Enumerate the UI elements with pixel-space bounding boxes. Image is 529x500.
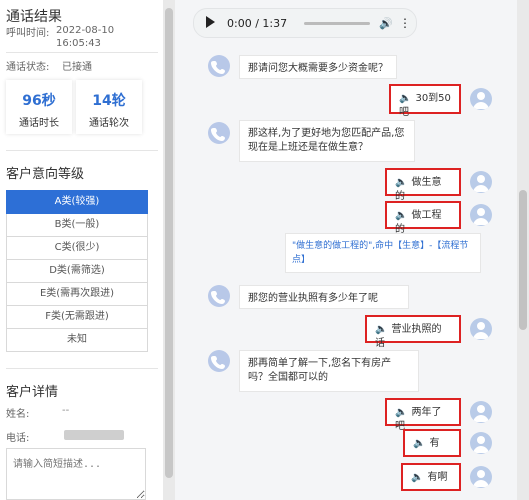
stat-card-duration: 96秒 通话时长 <box>6 80 72 134</box>
voice-icon: 🔈 <box>395 177 408 188</box>
name-label: 姓名: <box>6 409 30 420</box>
voice-icon: 🔈 <box>413 438 426 449</box>
agent-phone-avatar <box>208 285 230 307</box>
level-option-b[interactable]: B类(一般) <box>6 214 148 237</box>
stat-label: 通话时长 <box>19 118 59 129</box>
level-option-d[interactable]: D类(需筛选) <box>6 260 148 283</box>
voice-icon: 🔈 <box>375 324 388 335</box>
agent-message: 那再简单了解一下,您名下有房产吗？全国都可以的 <box>239 350 419 392</box>
call-result-panel: 通话结果 呼叫时间: 2022-08-10 16:05:43 通话状态: 已接通… <box>0 0 163 500</box>
voice-icon: 🔈 <box>395 210 408 221</box>
volume-icon[interactable]: 🔊 <box>379 17 393 30</box>
customer-avatar <box>470 401 492 423</box>
play-icon[interactable] <box>206 16 215 28</box>
customer-voice-message[interactable]: 🔈 30到50吧 <box>389 84 461 118</box>
scrollbar-thumb[interactable] <box>519 190 527 330</box>
customer-avatar <box>470 204 492 226</box>
conversation-panel: 0:00 / 1:37 🔊 ⋮ 那请问您大概需要多少资金呢？ 🔈 30到50吧 那… <box>175 0 529 500</box>
message-text: 有啊 <box>427 472 448 483</box>
divider <box>6 368 158 369</box>
customer-avatar <box>470 466 492 488</box>
customer-voice-message[interactable]: 🔈 有啊 <box>401 463 461 491</box>
call-status-value: 已接通 <box>62 62 92 73</box>
audio-player: 0:00 / 1:37 🔊 ⋮ <box>193 8 417 38</box>
divider <box>6 52 158 53</box>
stat-card-rounds: 14轮 通话轮次 <box>76 80 142 134</box>
right-scrollbar[interactable] <box>517 0 529 500</box>
description-input[interactable] <box>6 448 146 500</box>
level-option-unknown[interactable]: 未知 <box>6 329 148 352</box>
name-value: -- <box>62 405 70 416</box>
call-time-value: 2022-08-10 16:05:43 <box>56 25 115 49</box>
audio-time: 0:00 / 1:37 <box>227 17 288 30</box>
agent-message: 那您的营业执照有多少年了呢 <box>239 285 409 309</box>
more-options-icon[interactable]: ⋮ <box>399 16 411 30</box>
customer-avatar <box>470 318 492 340</box>
level-option-c[interactable]: C类(很少) <box>6 237 148 260</box>
customer-voice-message[interactable]: 🔈 做工程的 <box>385 201 461 235</box>
level-option-a[interactable]: A类(较强) <box>6 190 148 214</box>
intent-hit-tag: "做生意的做工程的",命中【生意】-【流程节点】 <box>285 233 481 273</box>
message-text: 有 <box>429 438 440 449</box>
agent-message: 那请问您大概需要多少资金呢？ <box>239 55 397 79</box>
audio-progress-track[interactable] <box>304 22 370 25</box>
agent-phone-avatar <box>208 55 230 77</box>
voice-icon: 🔈 <box>395 407 408 418</box>
customer-voice-message[interactable]: 🔈 有 <box>403 429 461 457</box>
stat-value: 96秒 <box>22 93 56 109</box>
voice-icon: 🔈 <box>411 472 424 483</box>
voice-icon: 🔈 <box>399 93 412 104</box>
call-status-label: 通话状态: <box>6 62 50 73</box>
agent-message: 那这样,为了更好地为您匹配产品,您现在是上班还是在做生意？ <box>239 120 415 162</box>
stat-label: 通话轮次 <box>89 118 129 129</box>
customer-voice-message[interactable]: 🔈 做生意的 <box>385 168 461 202</box>
divider <box>6 150 158 151</box>
customer-detail-title: 客户详情 <box>6 385 59 400</box>
intent-level-title: 客户意向等级 <box>6 167 85 182</box>
agent-phone-avatar <box>208 350 230 372</box>
left-scrollbar[interactable] <box>163 0 175 500</box>
customer-voice-message[interactable]: 🔈 营业执照的话 <box>365 315 461 349</box>
agent-phone-avatar <box>208 122 230 144</box>
customer-avatar <box>470 88 492 110</box>
stat-value: 14轮 <box>92 93 126 109</box>
panel-title: 通话结果 <box>6 9 62 25</box>
level-option-e[interactable]: E类(需再次跟进) <box>6 283 148 306</box>
call-time-label: 呼叫时间: <box>6 28 50 39</box>
phone-value-masked <box>64 430 124 440</box>
customer-voice-message[interactable]: 🔈 两年了吧 <box>385 398 461 432</box>
scrollbar-thumb[interactable] <box>165 8 173 478</box>
phone-label: 电话: <box>6 433 30 444</box>
customer-avatar <box>470 432 492 454</box>
level-option-f[interactable]: F类(无需跟进) <box>6 306 148 329</box>
intent-level-list: A类(较强) B类(一般) C类(很少) D类(需筛选) E类(需再次跟进) F… <box>6 190 148 352</box>
customer-avatar <box>470 171 492 193</box>
